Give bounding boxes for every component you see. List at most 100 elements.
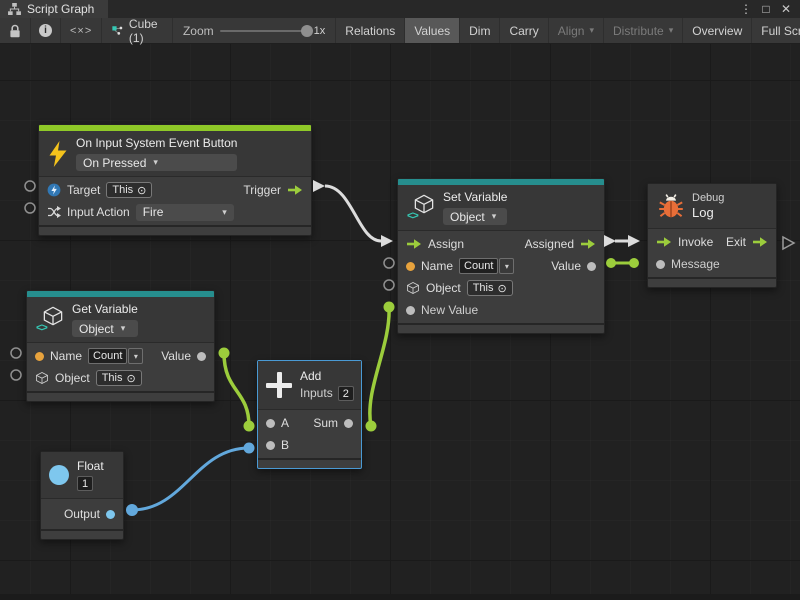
node-footer <box>258 458 361 468</box>
toolbar-button-dim[interactable]: Dim <box>460 18 500 43</box>
new-value-input-port[interactable] <box>406 306 415 315</box>
output-port[interactable] <box>106 510 115 519</box>
node-on-input-system-event[interactable]: On Input System Event Button On Pressed … <box>38 124 312 236</box>
object-picker-icon: ⊙ <box>126 372 135 385</box>
row-b: B <box>258 434 361 456</box>
tab-title: Script Graph <box>27 2 94 16</box>
value-output-port[interactable] <box>197 352 206 361</box>
dropdown-value: Object <box>79 322 114 336</box>
port-label: Value <box>551 259 581 273</box>
float-value-field[interactable]: 1 <box>77 476 93 491</box>
object-chip[interactable]: This ⊙ <box>467 280 513 296</box>
button-label: Dim <box>469 24 490 38</box>
inputs-label: Inputs <box>300 387 333 400</box>
combo-value: Count <box>459 258 498 274</box>
node-debug-log[interactable]: Debug Log Invoke Exit Message <box>647 183 777 288</box>
exit-output-port[interactable] <box>752 236 768 248</box>
menu-icon[interactable]: ⋮ <box>738 2 754 16</box>
name-input-port[interactable] <box>35 352 44 361</box>
button-label: Carry <box>509 24 538 38</box>
row-new-value: New Value <box>398 299 604 321</box>
script-graph-window: Script Graph ⋮ □ ✕ i <×> Cube (1) Zoom 1… <box>0 0 800 600</box>
window-bottom-edge <box>0 594 800 600</box>
b-input-port[interactable] <box>266 441 275 450</box>
invoke-input-port[interactable] <box>656 236 672 248</box>
toolbar-button-values[interactable]: Values <box>405 18 460 43</box>
dropdown-value: Object <box>450 210 485 224</box>
toolbar-button-overview[interactable]: Overview <box>683 18 752 43</box>
object-picker-icon: ⊙ <box>137 184 146 197</box>
trigger-output-port[interactable] <box>287 184 303 196</box>
variable-scope-dropdown[interactable]: Object ▾ <box>72 320 138 337</box>
node-footer <box>27 391 214 401</box>
inputs-count-field[interactable]: 2 <box>338 386 354 401</box>
button-label: Overview <box>692 24 742 38</box>
code-icon: <×> <box>70 25 92 37</box>
name-input-port[interactable] <box>406 262 415 271</box>
port-label: A <box>281 416 289 430</box>
message-input-port[interactable] <box>656 260 665 269</box>
sum-output-port[interactable] <box>344 419 353 428</box>
event-mode-dropdown[interactable]: On Pressed ▾ <box>76 154 237 171</box>
port-label: Invoke <box>678 235 713 249</box>
port-label: Output <box>64 507 100 521</box>
combo-value: Count <box>88 348 127 364</box>
toolbar-button-relations[interactable]: Relations <box>336 18 405 43</box>
node-footer <box>39 225 311 235</box>
close-icon[interactable]: ✕ <box>778 2 794 16</box>
float-icon <box>49 465 69 485</box>
tab-script-graph[interactable]: Script Graph <box>0 0 108 18</box>
port-label: Input Action <box>67 205 130 219</box>
node-category: Debug <box>692 192 724 205</box>
toolbar-button-distribute[interactable]: Distribute ▾ <box>604 18 683 43</box>
dropdown-value: Fire <box>143 205 164 219</box>
graph-link-icon <box>112 24 123 37</box>
assigned-output-port[interactable] <box>580 238 596 250</box>
lock-button[interactable] <box>0 18 31 43</box>
port-label: B <box>281 438 289 452</box>
zoom-slider[interactable] <box>220 30 308 32</box>
node-title: On Input System Event Button <box>76 136 237 151</box>
zoom-slider-handle[interactable] <box>301 25 313 37</box>
graph-target[interactable]: Cube (1) <box>102 18 173 43</box>
row-assign: Assign Assigned <box>398 233 604 255</box>
input-action-icon <box>47 205 61 219</box>
node-set-variable[interactable]: <> Set Variable Object ▾ Assign Assigned… <box>397 178 605 334</box>
info-icon: i <box>39 24 52 37</box>
row-a: A Sum <box>258 412 361 434</box>
titlebar: Script Graph ⋮ □ ✕ <box>0 0 800 18</box>
variable-name-combo[interactable]: Count ▾ <box>459 258 514 274</box>
button-label: Values <box>414 24 450 38</box>
cube-icon <box>406 281 420 295</box>
toolbar: i <×> Cube (1) Zoom 1x Relations Values … <box>0 18 800 44</box>
object-chip[interactable]: This ⊙ <box>96 370 142 386</box>
input-action-dropdown[interactable]: Fire ▾ <box>136 204 234 221</box>
zoom-control: Zoom 1x <box>173 18 336 43</box>
toolbar-button-carry[interactable]: Carry <box>500 18 548 43</box>
value-output-port[interactable] <box>587 262 596 271</box>
variable-name-combo[interactable]: Count ▾ <box>88 348 143 364</box>
add-icon <box>266 372 292 398</box>
variable-scope-dropdown[interactable]: Object ▾ <box>443 208 507 225</box>
toolbar-button-align[interactable]: Align ▾ <box>549 18 604 43</box>
button-label: Relations <box>345 24 395 38</box>
chip-value: This <box>112 184 133 196</box>
target-object-chip[interactable]: This ⊙ <box>106 182 152 198</box>
node-title: Float <box>77 459 104 474</box>
input-system-icon <box>47 183 61 197</box>
assign-input-port[interactable] <box>406 238 422 250</box>
toolbar-button-fullscreen[interactable]: Full Screen <box>752 18 800 43</box>
code-preview-button[interactable]: <×> <box>61 18 102 43</box>
graph-icon <box>8 3 21 15</box>
a-input-port[interactable] <box>266 419 275 428</box>
row-invoke: Invoke Exit <box>648 231 776 253</box>
node-add[interactable]: Add Inputs 2 A Sum B <box>257 360 362 469</box>
zoom-label: Zoom <box>183 24 214 38</box>
maximize-icon[interactable]: □ <box>758 2 774 16</box>
lightning-icon <box>48 141 68 167</box>
node-get-variable[interactable]: <> Get Variable Object ▾ Name Count ▾ Va… <box>26 290 215 402</box>
port-label: Name <box>421 259 453 273</box>
inspect-button[interactable]: i <box>31 18 61 43</box>
node-footer <box>41 529 123 539</box>
node-float-literal[interactable]: Float 1 Output <box>40 451 124 540</box>
